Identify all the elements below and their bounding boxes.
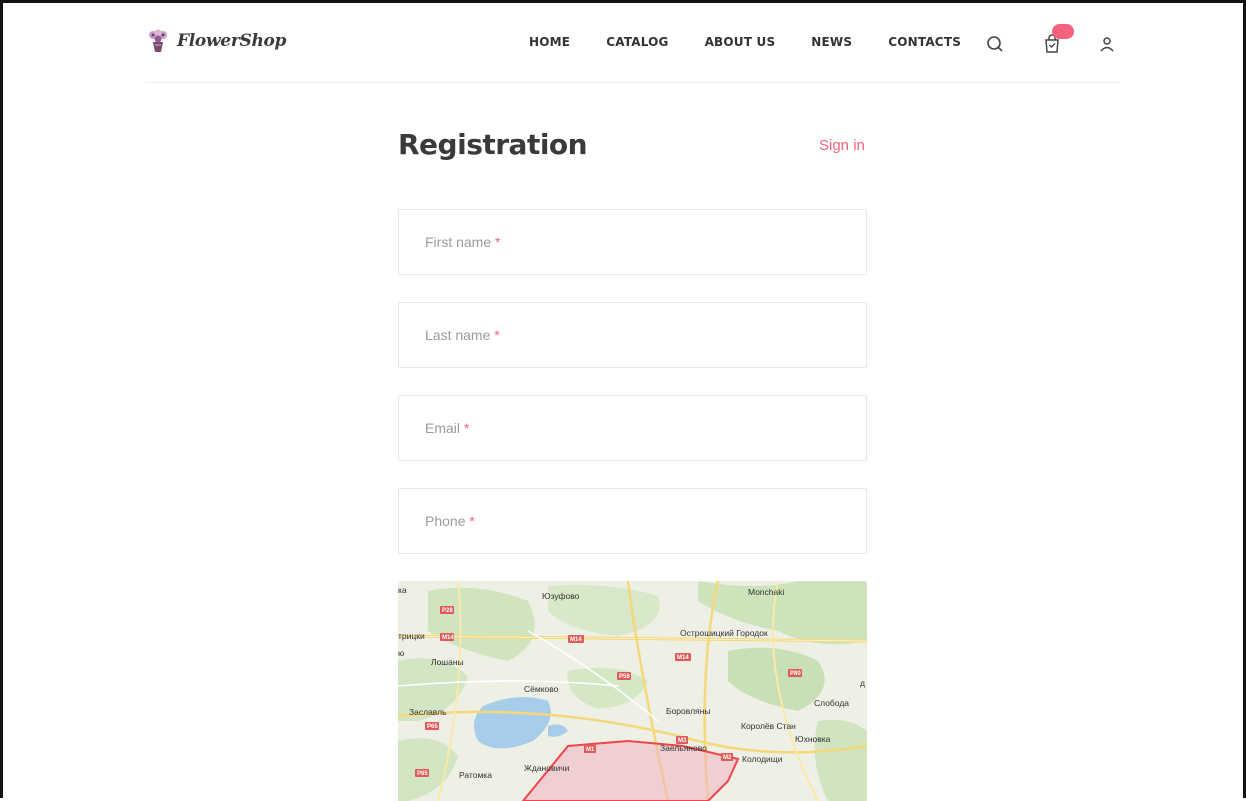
road-label: M14 (570, 637, 582, 643)
sign-in-link[interactable]: Sign in (819, 137, 865, 154)
last-name-placeholder: Last name * (425, 327, 500, 343)
map-label: Monchaki (748, 587, 784, 597)
map-label: Юхновка (795, 734, 831, 744)
page-title: Registration (398, 128, 588, 161)
delivery-map[interactable]: P28 M14 M14 M14 P58 P80 P65 M3 M2 P65 M1… (398, 581, 867, 801)
nav-home[interactable]: HOME (529, 35, 570, 49)
email-field[interactable]: Email * (398, 395, 867, 461)
map-label: Боровляны (666, 706, 710, 716)
first-name-placeholder: First name * (425, 234, 501, 250)
phone-field[interactable]: Phone * (398, 488, 867, 554)
map-label: ка (398, 585, 407, 595)
map-label: д (860, 678, 865, 688)
main-nav: HOME CATALOG ABOUT US NEWS CONTACTS (529, 35, 961, 49)
road-label: P65 (427, 724, 438, 730)
site-header: FlowerShop HOME CATALOG ABOUT US NEWS CO… (145, 20, 1120, 83)
map-label: трицки (398, 631, 425, 641)
road-label: P80 (790, 671, 801, 677)
search-icon[interactable] (985, 34, 1005, 54)
map-label: Заславль (409, 707, 447, 717)
map-label: Юзуфово (542, 591, 580, 601)
map-label: Лошаны (431, 657, 464, 667)
nav-catalog[interactable]: CATALOG (606, 35, 668, 49)
cart-count-badge (1052, 24, 1074, 39)
map-label: Острошицкий Городок (680, 628, 768, 638)
nav-contacts[interactable]: CONTACTS (888, 35, 961, 49)
map-label: Колодищи (742, 754, 783, 764)
map-label: Заельяново (660, 743, 707, 753)
map-canvas[interactable]: P28 M14 M14 M14 P58 P80 P65 M3 M2 P65 M1… (398, 581, 867, 801)
road-label: P65 (417, 771, 428, 777)
nav-about-us[interactable]: ABOUT US (705, 35, 776, 49)
last-name-field[interactable]: Last name * (398, 302, 867, 368)
logo[interactable]: FlowerShop (145, 28, 286, 54)
road-label: M1 (586, 747, 595, 753)
road-label: P28 (442, 608, 453, 614)
map-label: Королёв Стан (741, 721, 796, 731)
road-label: M14 (442, 635, 454, 641)
map-label: Слобода (814, 698, 849, 708)
nav-news[interactable]: NEWS (811, 35, 852, 49)
map-label: Сёмково (524, 684, 559, 694)
road-label: M14 (677, 655, 689, 661)
brand-name: FlowerShop (177, 31, 287, 51)
map-label: Ратомка (459, 770, 492, 780)
flower-logo-icon (149, 29, 167, 52)
first-name-field[interactable]: First name * (398, 209, 867, 275)
user-icon[interactable] (1097, 34, 1117, 54)
map-label: ю (398, 648, 405, 658)
map-label: Ждановичи (524, 763, 570, 773)
phone-placeholder: Phone * (425, 513, 475, 529)
road-label: P58 (619, 674, 630, 680)
road-label: M2 (723, 755, 732, 761)
email-placeholder: Email * (425, 420, 470, 436)
